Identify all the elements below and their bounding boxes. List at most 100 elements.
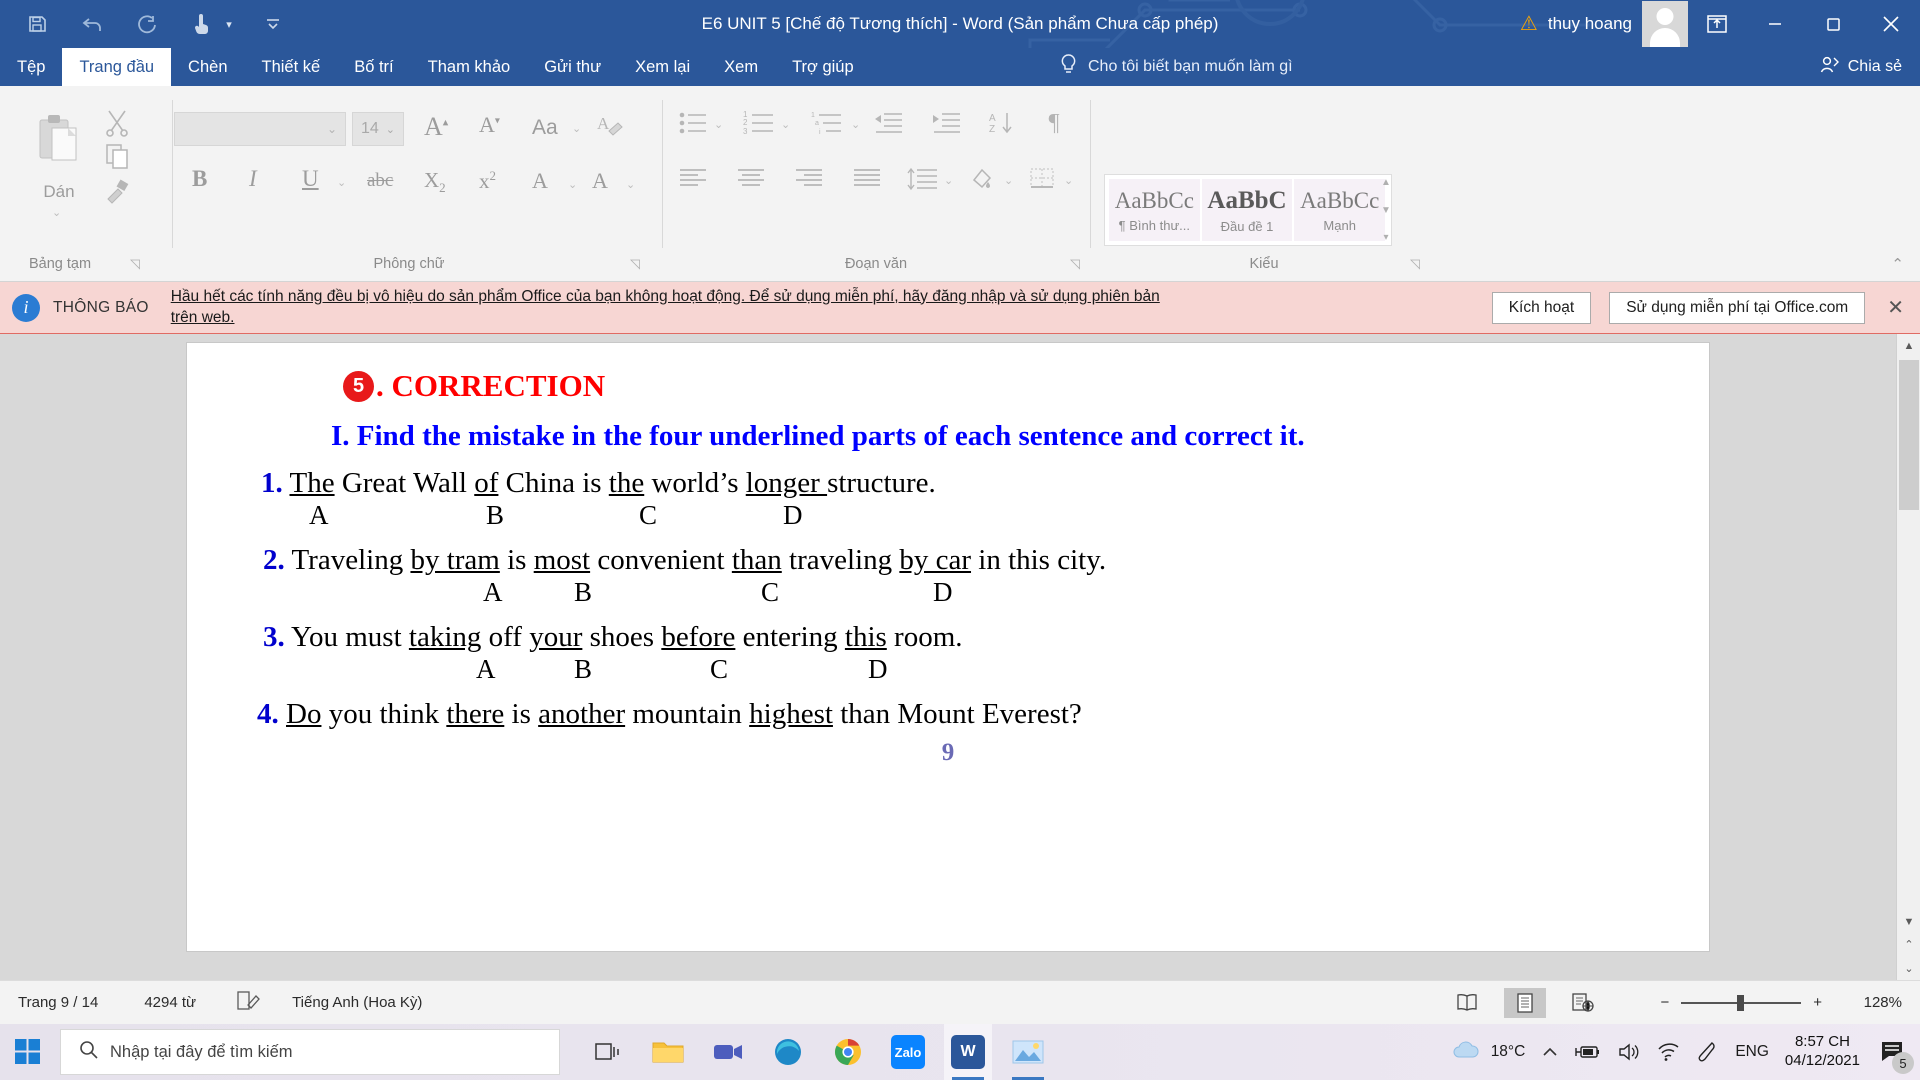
font-color-chevron-down-icon[interactable]: ⌄ [626, 178, 635, 191]
decrease-indent-icon[interactable] [872, 108, 904, 138]
clear-formatting-icon[interactable]: A [594, 110, 626, 142]
notification-message[interactable]: Hầu hết các tính năng đều bị vô hiệu do … [171, 287, 1161, 329]
read-mode-icon[interactable] [1446, 988, 1488, 1018]
paste-chevron-down-icon[interactable]: ⌄ [52, 206, 61, 219]
font-name-input[interactable]: ⌄ [174, 112, 346, 146]
tab-trang-dau[interactable]: Trang đầu [62, 48, 172, 86]
zalo-icon[interactable]: Zalo [884, 1024, 932, 1080]
language-indicator[interactable]: Tiếng Anh (Hoa Kỳ) [292, 994, 422, 1011]
paste-icon[interactable] [30, 106, 86, 178]
tab-thiet-ke[interactable]: Thiết kế [245, 48, 338, 86]
proofing-errors-icon[interactable] [236, 990, 260, 1016]
language-indicator-tray[interactable]: ENG [1735, 1043, 1769, 1061]
style-item-normal[interactable]: AaBbCc ¶ Bình thư... [1109, 179, 1200, 241]
numbering-chevron-down-icon[interactable]: ⌄ [781, 118, 790, 131]
touch-mode-chevron-down-icon[interactable]: ▾ [220, 5, 238, 43]
teams-icon[interactable] [704, 1024, 752, 1080]
tab-chen[interactable]: Chèn [171, 48, 244, 86]
change-case-chevron-down-icon[interactable]: ⌄ [572, 122, 581, 135]
tab-tham-khao[interactable]: Tham khảo [411, 48, 528, 86]
format-painter-icon[interactable] [100, 176, 134, 206]
chrome-icon[interactable] [824, 1024, 872, 1080]
speaker-icon[interactable] [1617, 1042, 1641, 1062]
zoom-out-button[interactable]: − [1660, 994, 1669, 1011]
scrollbar-thumb[interactable] [1899, 360, 1919, 510]
windows-ink-icon[interactable] [1697, 1041, 1719, 1063]
save-icon[interactable] [18, 5, 56, 43]
grow-font-icon[interactable]: A▴ [424, 112, 448, 142]
edge-icon[interactable] [764, 1024, 812, 1080]
styles-dialog-launcher[interactable]: ◹ [1410, 256, 1420, 272]
italic-button[interactable]: I [249, 166, 257, 192]
minimize-button[interactable] [1746, 0, 1804, 48]
font-size-chevron-down-icon[interactable]: ⌄ [386, 123, 395, 136]
align-left-icon[interactable] [676, 164, 710, 194]
ribbon-display-options-icon[interactable] [1688, 0, 1746, 48]
touch-mode-icon[interactable] [182, 5, 220, 43]
share-button[interactable]: Chia sẻ [1819, 48, 1902, 86]
multilevel-list-icon[interactable]: 1ai [810, 108, 846, 138]
undo-icon[interactable] [74, 5, 112, 43]
clock[interactable]: 8:57 CH 04/12/2021 [1785, 1033, 1860, 1071]
align-center-icon[interactable] [734, 164, 768, 194]
tab-gui-thu[interactable]: Gửi thư [527, 48, 618, 86]
multilevel-chevron-down-icon[interactable]: ⌄ [851, 118, 860, 131]
next-page-icon[interactable]: ⌄ [1897, 956, 1920, 980]
collapse-ribbon-icon[interactable]: ⌃ [1891, 255, 1904, 273]
bold-button[interactable]: B [192, 166, 207, 192]
word-icon[interactable]: W [944, 1024, 992, 1080]
font-size-input[interactable]: 14 ⌄ [352, 112, 404, 146]
underline-button[interactable]: U [302, 166, 319, 192]
tell-me-box[interactable]: Cho tôi biết bạn muốn làm gì [1060, 48, 1293, 86]
line-spacing-chevron-down-icon[interactable]: ⌄ [944, 174, 953, 187]
document-page[interactable]: 5 . CORRECTION I. Find the mistake in th… [186, 342, 1710, 952]
wifi-icon[interactable] [1657, 1042, 1681, 1062]
shading-chevron-down-icon[interactable]: ⌄ [1004, 174, 1013, 187]
font-color-icon[interactable]: A [592, 168, 608, 194]
restore-button[interactable] [1804, 0, 1862, 48]
strikethrough-button[interactable]: abc [367, 170, 393, 192]
avatar[interactable] [1642, 1, 1688, 47]
styles-more-icon[interactable]: ▾ [1383, 232, 1388, 243]
shading-icon[interactable] [966, 164, 998, 194]
zoom-slider-thumb[interactable] [1737, 994, 1745, 1011]
windows-start-icon[interactable] [0, 1024, 56, 1080]
battery-charging-icon[interactable] [1575, 1043, 1601, 1061]
tab-bo-tri[interactable]: Bố trí [337, 48, 410, 86]
sort-icon[interactable]: AZ [986, 108, 1018, 138]
styles-scroll-up-icon[interactable]: ▲ [1381, 177, 1391, 188]
activate-button[interactable]: Kích hoạt [1491, 291, 1592, 324]
web-layout-icon[interactable] [1562, 988, 1604, 1018]
superscript-button[interactable]: x2 [479, 168, 496, 194]
font-dialog-launcher[interactable]: ◹ [630, 256, 640, 272]
styles-scroll-down-icon[interactable]: ▼ [1381, 205, 1391, 216]
line-spacing-icon[interactable] [906, 164, 940, 194]
paragraph-dialog-launcher[interactable]: ◹ [1070, 256, 1080, 272]
word-count[interactable]: 4294 từ [144, 994, 196, 1011]
borders-chevron-down-icon[interactable]: ⌄ [1064, 174, 1073, 187]
clipboard-dialog-launcher[interactable]: ◹ [130, 256, 140, 272]
search-input[interactable]: Nhập tại đây để tìm kiếm [60, 1029, 560, 1075]
scroll-up-icon[interactable]: ▲ [1897, 334, 1920, 358]
tab-tro-giup[interactable]: Trợ giúp [775, 48, 871, 86]
show-formatting-marks-icon[interactable]: ¶ [1038, 108, 1070, 138]
copy-icon[interactable] [100, 142, 134, 172]
customize-qat-icon[interactable] [254, 5, 292, 43]
tab-tep[interactable]: Tệp [0, 48, 62, 86]
redo-icon[interactable] [128, 5, 166, 43]
shrink-font-icon[interactable]: A▾ [479, 112, 500, 138]
font-name-chevron-down-icon[interactable]: ⌄ [327, 122, 337, 136]
zoom-in-button[interactable]: + [1813, 994, 1822, 1011]
photos-icon[interactable] [1004, 1024, 1052, 1080]
justify-icon[interactable] [850, 164, 884, 194]
text-effects-chevron-down-icon[interactable]: ⌄ [568, 178, 577, 191]
subscript-button[interactable]: X2 [424, 168, 446, 196]
style-item-heading1[interactable]: AaBbC Đầu đề 1 [1201, 179, 1293, 241]
bullets-icon[interactable] [676, 108, 710, 138]
use-free-office-button[interactable]: Sử dụng miễn phí tại Office.com [1609, 291, 1866, 324]
underline-chevron-down-icon[interactable]: ⌄ [337, 176, 346, 189]
vertical-scrollbar[interactable]: ▲ ▼ ⌃ ⌄ [1896, 334, 1920, 980]
page-indicator[interactable]: Trang 9 / 14 [18, 994, 98, 1011]
borders-icon[interactable] [1026, 164, 1058, 194]
align-right-icon[interactable] [792, 164, 826, 194]
